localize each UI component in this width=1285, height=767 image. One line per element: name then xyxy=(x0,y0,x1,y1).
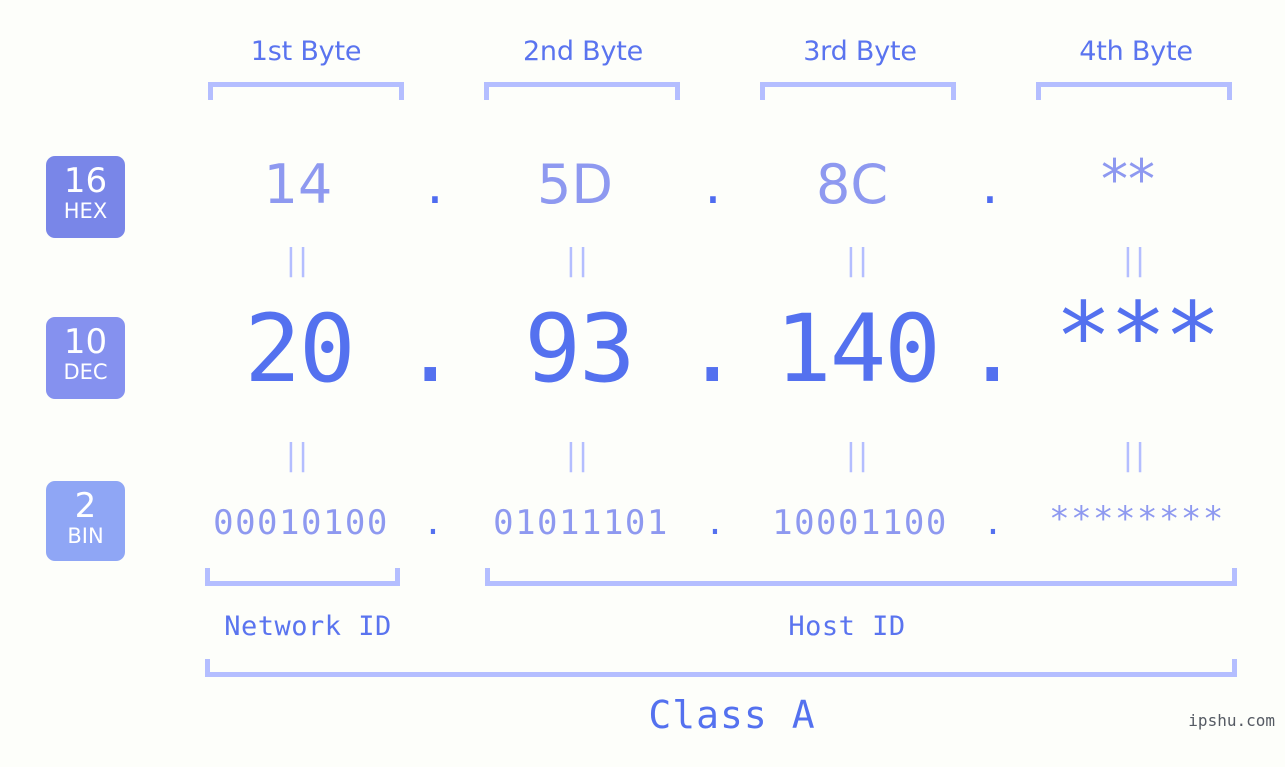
dec-byte-4: *** xyxy=(1055,283,1221,392)
byte-bracket-top-1 xyxy=(208,82,404,100)
dec-dot-3: . xyxy=(964,295,1021,404)
bin-byte-1: 00010100 xyxy=(213,503,389,543)
hex-dot-2: . xyxy=(704,153,722,216)
byte-bracket-top-4 xyxy=(1036,82,1232,100)
equals-mark-hex-dec-4: || xyxy=(1122,243,1148,278)
bin-byte-3: 10001100 xyxy=(772,503,948,543)
equals-mark-dec-bin-1: || xyxy=(285,438,311,473)
network-id-bracket xyxy=(205,568,400,586)
hex-dot-3: . xyxy=(981,153,999,216)
byte-header-4: 4th Byte xyxy=(1079,36,1193,67)
byte-bracket-top-3 xyxy=(760,82,956,100)
equals-mark-dec-bin-4: || xyxy=(1122,438,1148,473)
equals-mark-hex-dec-2: || xyxy=(565,243,591,278)
dec-byte-1: 20 xyxy=(244,295,355,404)
host-id-bracket xyxy=(485,568,1237,586)
byte-header-2: 2nd Byte xyxy=(522,36,644,67)
site-watermark: ipshu.com xyxy=(1188,711,1275,730)
ip-address-byte-breakdown-diagram: 1st Byte 2nd Byte 3rd Byte 4th Byte 16 H… xyxy=(0,0,1285,767)
badge-dec-number: 10 xyxy=(63,322,108,362)
equals-mark-hex-dec-3: || xyxy=(845,243,871,278)
network-id-label: Network ID xyxy=(224,611,392,642)
badge-dec: 10 DEC xyxy=(46,317,125,399)
equals-mark-dec-bin-3: || xyxy=(845,438,871,473)
dec-dot-1: . xyxy=(402,295,459,404)
badge-bin-system: BIN xyxy=(67,524,104,548)
byte-header-3: 3rd Byte xyxy=(803,36,917,67)
bin-dot-3: . xyxy=(982,503,1004,543)
badge-bin: 2 BIN xyxy=(46,481,125,561)
hex-byte-1: 14 xyxy=(263,153,333,216)
hex-dot-1: . xyxy=(426,153,444,216)
equals-mark-hex-dec-1: || xyxy=(285,243,311,278)
bin-byte-2: 01011101 xyxy=(493,503,669,543)
dec-byte-2: 93 xyxy=(524,295,635,404)
badge-bin-number: 2 xyxy=(74,486,97,526)
class-label: Class A xyxy=(648,693,816,737)
bin-dot-2: . xyxy=(704,503,726,543)
bin-byte-4: ******** xyxy=(1049,499,1225,539)
dec-byte-3: 140 xyxy=(775,295,941,404)
equals-mark-dec-bin-2: || xyxy=(565,438,591,473)
badge-dec-system: DEC xyxy=(63,360,108,384)
hex-byte-2: 5D xyxy=(537,153,613,216)
class-bracket xyxy=(205,659,1237,677)
badge-hex-number: 16 xyxy=(63,161,108,201)
badge-hex-system: HEX xyxy=(63,199,108,223)
dec-dot-2: . xyxy=(684,295,741,404)
badge-hex: 16 HEX xyxy=(46,156,125,238)
hex-byte-3: 8C xyxy=(815,153,889,216)
byte-bracket-top-2 xyxy=(484,82,680,100)
host-id-label: Host ID xyxy=(788,611,906,642)
hex-byte-4: ** xyxy=(1101,148,1155,211)
bin-dot-1: . xyxy=(422,503,444,543)
byte-header-1: 1st Byte xyxy=(250,36,362,67)
